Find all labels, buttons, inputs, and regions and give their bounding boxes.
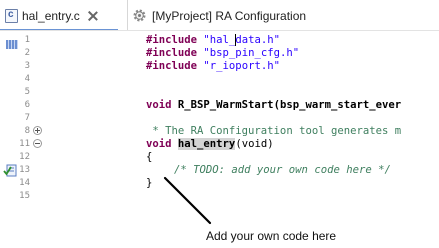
todo-comment: /* TODO: add your own code here */ (174, 164, 391, 176)
line-number: 11 (19, 139, 30, 149)
line-number: 15 (19, 191, 30, 201)
tab-ra-configuration[interactable]: [MyProject] RA Configuration (127, 0, 439, 31)
code-line-14: } (146, 177, 152, 190)
function-name: hal_entry (177, 138, 236, 150)
close-icon[interactable] (88, 11, 98, 21)
line-number: 6 (24, 100, 30, 110)
string-literal: "hal_data.h" (203, 34, 280, 46)
annotation-label: Add your own code here (206, 229, 337, 243)
code-line-2: #include "bsp_pin_cfg.h" (146, 47, 299, 60)
editor-tab-bar: c hal_entry.c [MyProject] RA Configurati… (0, 0, 439, 31)
keyword: #include (146, 60, 198, 72)
function-declaration: R_BSP_WarmStart(bsp_warm_start_ever (171, 99, 402, 111)
code-editor[interactable]: 1 2 3 4 5 6 7 8 11 12 13 14 15 #include … (0, 31, 439, 248)
code-line-8: * The RA Configuration tool generates m (146, 125, 401, 138)
string-literal: "bsp_pin_cfg.h" (203, 47, 300, 59)
task-marker-icon[interactable] (3, 164, 17, 177)
code-line-6: void R_BSP_WarmStart(bsp_warm_start_ever (146, 99, 401, 112)
tab-hal-entry[interactable]: c hal_entry.c (0, 0, 118, 31)
line-number: 8 (24, 126, 30, 136)
line-number: 2 (24, 48, 30, 58)
function-args: (void) (235, 138, 274, 150)
collapsed-comment: * The RA Configuration tool generates m (146, 125, 402, 137)
line-number: 4 (24, 74, 30, 84)
code-line-3: #include "r_ioport.h" (146, 60, 280, 73)
line-number: 7 (24, 113, 30, 123)
line-number: 1 (24, 35, 30, 45)
keyword: void (146, 138, 172, 150)
close-brace: } (146, 177, 153, 189)
line-number: 14 (19, 178, 30, 188)
string-part: data.h" (235, 34, 280, 46)
c-source-file-icon: c (5, 8, 18, 23)
code-line-1: #include "hal_data.h" (146, 34, 280, 47)
collapse-fold-icon[interactable] (33, 139, 42, 148)
keyword: #include (146, 34, 198, 46)
line-number: 3 (24, 61, 30, 71)
keyword: void (146, 99, 172, 111)
code-line-11: void hal_entry(void) (146, 138, 274, 151)
line-number: 12 (19, 152, 30, 162)
code-line-13: /* TODO: add your own code here */ (174, 164, 391, 177)
line-number: 5 (24, 87, 30, 97)
code-line-12: { (146, 151, 152, 164)
open-brace: { (146, 151, 153, 163)
expand-fold-icon[interactable] (33, 126, 42, 135)
gear-icon (133, 9, 146, 22)
tab-label: hal_entry.c (22, 8, 80, 23)
string-part: "hal_ (203, 34, 236, 46)
string-literal: "r_ioport.h" (203, 60, 280, 72)
tab-label: [MyProject] RA Configuration (152, 8, 307, 23)
keyword: #include (146, 47, 198, 59)
